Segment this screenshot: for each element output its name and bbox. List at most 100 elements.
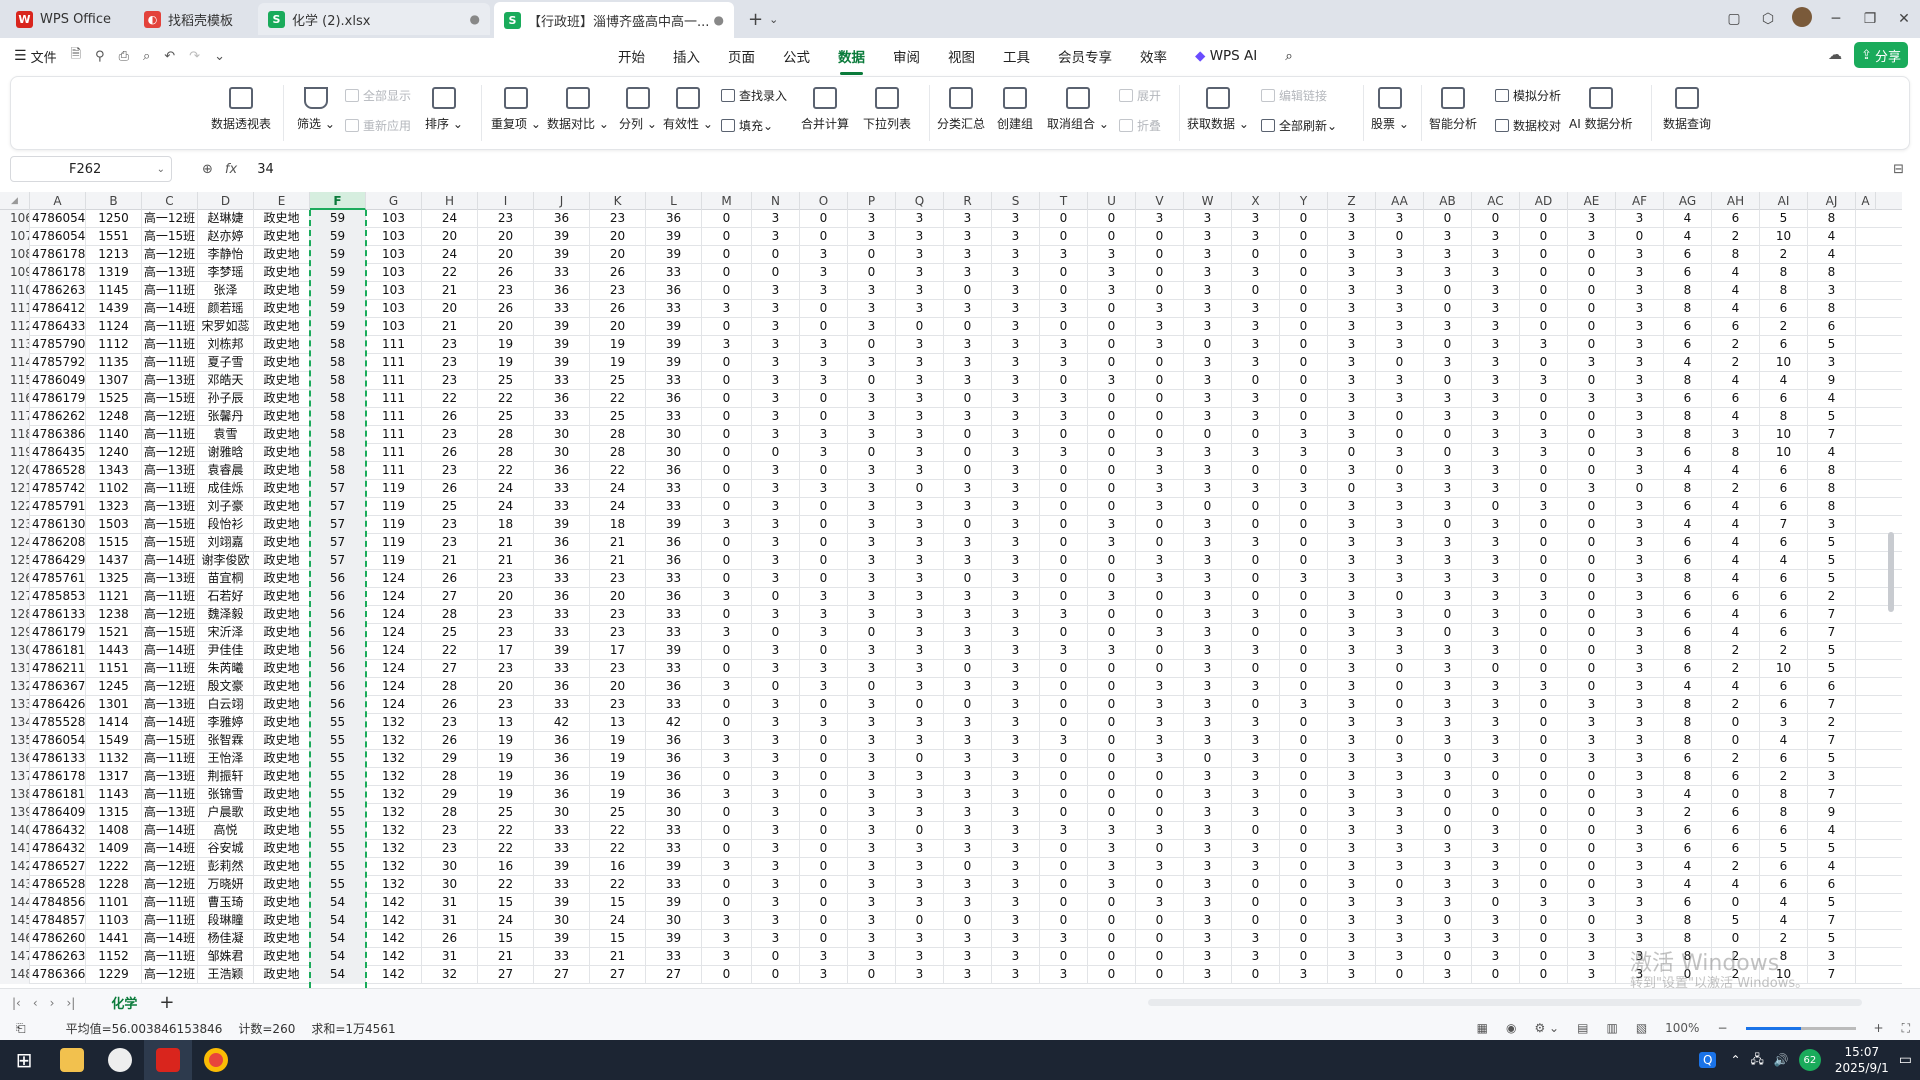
- cell-j[interactable]: 33: [534, 300, 590, 318]
- cell-ai[interactable]: 6: [1760, 624, 1808, 642]
- cell-ah[interactable]: 6: [1712, 840, 1760, 858]
- cell-r[interactable]: 3: [944, 480, 992, 498]
- cell-f[interactable]: 54: [310, 912, 366, 930]
- cell-h[interactable]: 26: [422, 444, 478, 462]
- cell-x[interactable]: 3: [1232, 318, 1280, 336]
- cell-u[interactable]: 0: [1088, 786, 1136, 804]
- column-header-c[interactable]: C: [142, 192, 198, 210]
- cell-a[interactable]: 47861786: [30, 264, 86, 282]
- cell-t[interactable]: 0: [1040, 624, 1088, 642]
- cell-aj[interactable]: 8: [1808, 498, 1856, 516]
- cell-s[interactable]: 3: [992, 390, 1040, 408]
- cell-w[interactable]: 3: [1184, 552, 1232, 570]
- row-header[interactable]: 134: [0, 714, 30, 732]
- cell-l[interactable]: 36: [646, 750, 702, 768]
- cell-x[interactable]: 3: [1232, 930, 1280, 948]
- cell-p[interactable]: 3: [848, 606, 896, 624]
- cell-t[interactable]: 3: [1040, 444, 1088, 462]
- cell-v[interactable]: 0: [1136, 228, 1184, 246]
- cell-o[interactable]: 0: [800, 732, 848, 750]
- cell-f[interactable]: 56: [310, 624, 366, 642]
- cell-r[interactable]: 0: [944, 390, 992, 408]
- menu-view[interactable]: 视图: [948, 46, 975, 66]
- cell-ab[interactable]: 3: [1424, 498, 1472, 516]
- cell-ab[interactable]: 0: [1424, 336, 1472, 354]
- cell-j[interactable]: 33: [534, 570, 590, 588]
- cell-ag[interactable]: 6: [1664, 318, 1712, 336]
- cell-n[interactable]: 3: [752, 372, 800, 390]
- cell-k[interactable]: 23: [590, 624, 646, 642]
- cell-ac[interactable]: 0: [1472, 498, 1520, 516]
- cell-e[interactable]: 政史地: [254, 336, 310, 354]
- cell-ad[interactable]: 0: [1520, 570, 1568, 588]
- cell-ae[interactable]: 0: [1568, 426, 1616, 444]
- cell-i[interactable]: 26: [478, 264, 534, 282]
- cell-n[interactable]: 3: [752, 804, 800, 822]
- cell-y[interactable]: 0: [1280, 336, 1328, 354]
- row-header[interactable]: 110: [0, 282, 30, 300]
- cell-b[interactable]: 1228: [86, 876, 142, 894]
- cell-ai[interactable]: 6: [1760, 588, 1808, 606]
- cell-t[interactable]: 0: [1040, 804, 1088, 822]
- cell-g[interactable]: 111: [366, 444, 422, 462]
- cell-af[interactable]: 3: [1616, 336, 1664, 354]
- cell-af[interactable]: 3: [1616, 786, 1664, 804]
- cell-r[interactable]: 3: [944, 336, 992, 354]
- cell-d[interactable]: 夏子雪: [198, 354, 254, 372]
- column-header-ai[interactable]: AI: [1760, 192, 1808, 210]
- sort-button[interactable]: 排序 ⌄: [425, 87, 463, 132]
- cell-o[interactable]: 3: [800, 282, 848, 300]
- column-header-e[interactable]: E: [254, 192, 310, 210]
- cell-g[interactable]: 124: [366, 570, 422, 588]
- cell-a[interactable]: 47860549: [30, 228, 86, 246]
- cell-n[interactable]: 3: [752, 768, 800, 786]
- cell-x[interactable]: 0: [1232, 282, 1280, 300]
- cell-j[interactable]: 39: [534, 858, 590, 876]
- cell-p[interactable]: 0: [848, 336, 896, 354]
- cell-ad[interactable]: 0: [1520, 390, 1568, 408]
- cell-ag[interactable]: 4: [1664, 516, 1712, 534]
- cell-ab[interactable]: 0: [1424, 786, 1472, 804]
- cell-ac[interactable]: 3: [1472, 678, 1520, 696]
- cell-j[interactable]: 36: [534, 462, 590, 480]
- cell-o[interactable]: 0: [800, 534, 848, 552]
- column-header-f[interactable]: F: [310, 192, 366, 210]
- cell-ae[interactable]: 3: [1568, 696, 1616, 714]
- cell-aa[interactable]: 3: [1376, 840, 1424, 858]
- cell-b[interactable]: 1229: [86, 966, 142, 984]
- cell-q[interactable]: 0: [896, 912, 944, 930]
- cell-z[interactable]: 3: [1328, 264, 1376, 282]
- cell-aj[interactable]: 8: [1808, 210, 1856, 228]
- cell-a[interactable]: 47863662: [30, 966, 86, 984]
- cell-k[interactable]: 19: [590, 336, 646, 354]
- cell-k[interactable]: 23: [590, 696, 646, 714]
- cell-e[interactable]: 政史地: [254, 282, 310, 300]
- cell-m[interactable]: 3: [702, 858, 752, 876]
- cell-ac[interactable]: 3: [1472, 822, 1520, 840]
- cell-r[interactable]: 3: [944, 948, 992, 966]
- cell-i[interactable]: 19: [478, 336, 534, 354]
- cell-g[interactable]: 132: [366, 840, 422, 858]
- cell-f[interactable]: 58: [310, 336, 366, 354]
- cell-ab[interactable]: 3: [1424, 768, 1472, 786]
- cell-ag[interactable]: 6: [1664, 840, 1712, 858]
- cell-h[interactable]: 29: [422, 750, 478, 768]
- cell-ad[interactable]: 0: [1520, 210, 1568, 228]
- cell-ah[interactable]: 4: [1712, 282, 1760, 300]
- cell-f[interactable]: 56: [310, 642, 366, 660]
- cell-n[interactable]: 3: [752, 822, 800, 840]
- cell-a[interactable]: 47857923: [30, 354, 86, 372]
- cell-u[interactable]: 3: [1088, 642, 1136, 660]
- cell-j[interactable]: 33: [534, 480, 590, 498]
- cell-n[interactable]: 3: [752, 390, 800, 408]
- row-header[interactable]: 115: [0, 372, 30, 390]
- cell-ab[interactable]: 3: [1424, 318, 1472, 336]
- cell-v[interactable]: 3: [1136, 336, 1184, 354]
- cell-c[interactable]: 高一14班: [142, 840, 198, 858]
- cell-c[interactable]: 高一11班: [142, 480, 198, 498]
- cell-k[interactable]: 23: [590, 570, 646, 588]
- page-layout-icon[interactable]: ▥: [1606, 1021, 1617, 1035]
- cell-p[interactable]: 3: [848, 660, 896, 678]
- cell-e[interactable]: 政史地: [254, 426, 310, 444]
- cell-ac[interactable]: 3: [1472, 264, 1520, 282]
